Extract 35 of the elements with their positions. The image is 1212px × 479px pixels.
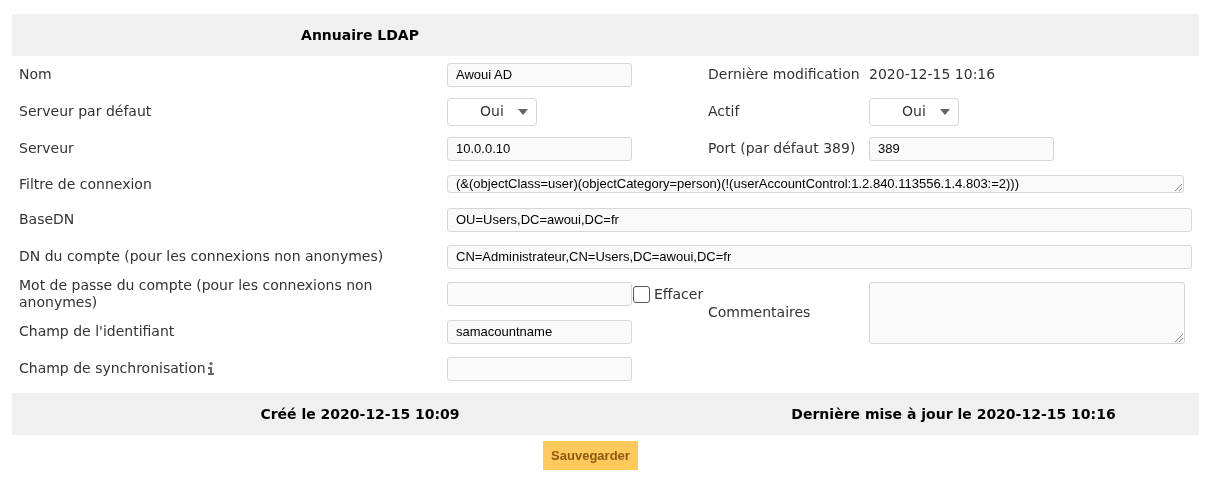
field-label: Mot de passe du compte (pour les connexions non anonymes) [19,277,374,311]
text-field[interactable]: Awoui AD [447,62,632,87]
password-field[interactable] [447,282,632,306]
field-label: Port (par défaut 389) [708,139,856,158]
checkbox[interactable] [633,285,650,303]
dropdown[interactable]: Oui [869,97,959,126]
text-area[interactable]: (&(objectClass=user)(objectCategory=person)(!(userAccountControl:1.2.840.113556.1.4.803:=2))) [447,175,1184,193]
dropdown[interactable]: Oui [447,97,537,126]
text-field[interactable]: 10.0.0.10 [447,136,632,161]
field-label: Commentaires [708,303,811,322]
field-label: Nom [19,66,52,83]
checkbox-label: Effacer [654,284,704,304]
modification-date: 2020-12-15 10:16 [869,65,996,84]
resize-handle-icon[interactable] [1174,183,1183,192]
field-label: Actif [708,102,740,121]
text-field[interactable]: 389 [869,136,1054,161]
text-field[interactable]: samacountname [447,319,632,344]
field-label: Champ de l'identifiant [19,323,175,340]
field-label: BaseDN [19,211,75,228]
updated-date: Dernière mise à jour le 2020-12-15 10:16 [790,404,1117,424]
field-label: Dernière modification [708,65,860,84]
field-label: Serveur [19,140,74,157]
field-label: Filtre de connexion [19,175,152,193]
text-field[interactable]: CN=Administrateur,CN=Users,DC=awoui,DC=fr [447,244,1192,269]
caret-icon [940,108,950,115]
resize-handle-icon[interactable] [1174,332,1184,343]
text-field[interactable] [447,356,632,381]
text-field[interactable]: OU=Users,DC=awoui,DC=fr [447,207,1192,232]
form-title: Annuaire LDAP [300,25,420,45]
save-button[interactable]: Sauvegarder [543,441,638,470]
field-label: Champ de synchronisation [19,360,206,377]
created-date: Créé le 2020-12-15 10:09 [259,404,461,424]
caret-icon [518,108,528,115]
field-label: DN du compte (pour les connexions non anonymes) [19,248,384,265]
field-label: Serveur par défaut [19,103,152,120]
